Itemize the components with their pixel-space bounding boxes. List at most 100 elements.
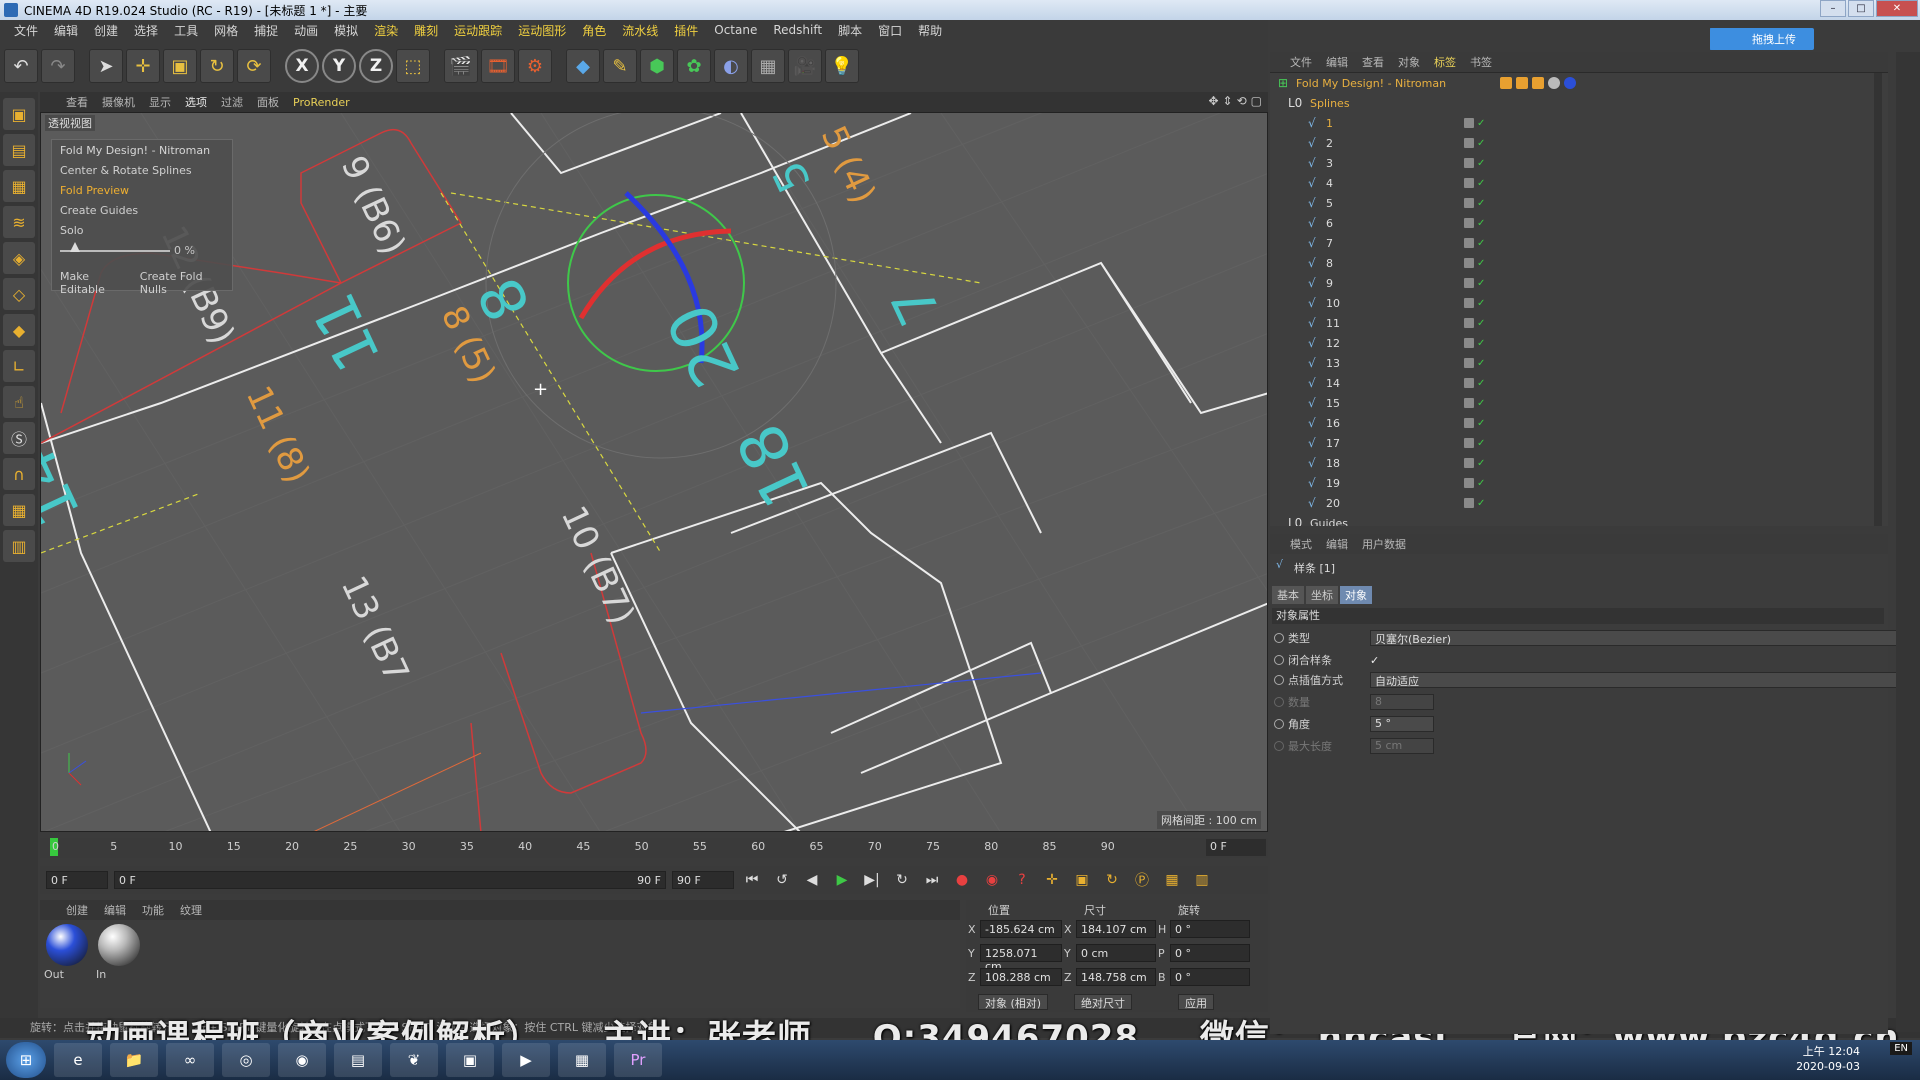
spline-row[interactable]: √ 14 ✓ (1270, 373, 1888, 393)
om-menu-2[interactable]: 查看 (1362, 54, 1384, 70)
redo-icon[interactable]: ↷ (41, 49, 75, 83)
layer-icon[interactable] (1464, 317, 1474, 328)
right-side-tabs[interactable] (1896, 52, 1920, 1032)
pos-y-field[interactable]: 1258.071 cm (980, 944, 1062, 973)
material-menu-3[interactable]: 纹理 (180, 902, 202, 918)
layer-icon[interactable] (1464, 457, 1474, 468)
enabled-check-icon[interactable]: ✓ (1477, 178, 1485, 189)
photo-icon[interactable]: ▦ (558, 1043, 606, 1077)
snap-icon[interactable]: Ⓢ (3, 422, 35, 454)
size-mode-dropdown[interactable]: 绝对尺寸 (1074, 994, 1132, 1010)
enabled-check-icon[interactable]: ✓ (1477, 438, 1485, 449)
enabled-check-icon[interactable]: ✓ (1477, 258, 1485, 269)
plugin-title-dropdown[interactable]: Fold My Design! - Nitroman (60, 144, 224, 157)
start-frame-field[interactable]: 0 F (46, 871, 108, 889)
spline-row[interactable]: √ 12 ✓ (1270, 333, 1888, 353)
layer-icon[interactable] (1464, 237, 1474, 248)
spline-row[interactable]: √ 18 ✓ (1270, 453, 1888, 473)
explorer-icon[interactable]: 📁 (110, 1043, 158, 1077)
start-button-icon[interactable]: ⊞ (6, 1042, 46, 1078)
ie-icon[interactable]: e (54, 1043, 102, 1077)
enabled-check-icon[interactable]: ✓ (1477, 138, 1485, 149)
scale-tool-icon[interactable]: ▣ (163, 49, 197, 83)
enabled-check-icon[interactable]: ✓ (1477, 238, 1485, 249)
layer-icon[interactable] (1464, 157, 1474, 168)
checker-mode-icon[interactable]: ▦ (3, 170, 35, 202)
fold-slider[interactable]: 0 % (60, 241, 224, 257)
enabled-check-icon[interactable]: ✓ (1477, 498, 1485, 509)
center-rotate-button[interactable]: Center & Rotate Splines (60, 164, 224, 177)
key-position-icon[interactable]: ✛ (1040, 869, 1064, 891)
cloud-upload-button[interactable]: 拖拽上传 (1710, 28, 1814, 50)
am-menu-2[interactable]: 用户数据 (1362, 536, 1406, 552)
layer-icon[interactable] (1464, 377, 1474, 388)
menu-9[interactable]: 渲染 (366, 22, 406, 39)
minimize-button[interactable]: – (1820, 0, 1846, 17)
enabled-check-icon[interactable]: ✓ (1477, 358, 1485, 369)
size-y-field[interactable]: 0 cm (1076, 944, 1156, 962)
rot-h-field[interactable]: 0 ° (1170, 920, 1250, 938)
layer-icon[interactable] (1464, 177, 1474, 188)
spline-row[interactable]: √ 17 ✓ (1270, 433, 1888, 453)
rot-p-field[interactable]: 0 ° (1170, 944, 1250, 962)
magnet-icon[interactable]: ∩ (3, 458, 35, 490)
material-menu-0[interactable]: 创建 (66, 902, 88, 918)
cinema4d-taskbar-icon[interactable]: ◉ (278, 1043, 326, 1077)
object-row-guides[interactable]: L0 Guides (1270, 513, 1888, 526)
menu-14[interactable]: 流水线 (614, 22, 666, 39)
menu-2[interactable]: 创建 (86, 22, 126, 39)
baidu-icon[interactable]: ∞ (166, 1043, 214, 1077)
workplane-lock-icon[interactable]: ▦ (3, 494, 35, 526)
enabled-check-icon[interactable]: ✓ (1477, 318, 1485, 329)
rotate-view-icon[interactable]: ⟲ (1237, 94, 1247, 108)
enabled-check-icon[interactable]: ✓ (1477, 158, 1485, 169)
interpolation-dropdown[interactable]: 自动适应 (1370, 672, 1902, 688)
menu-11[interactable]: 运动跟踪 (446, 22, 510, 39)
menu-16[interactable]: Octane (706, 23, 765, 37)
light-icon[interactable]: 💡 (825, 49, 859, 83)
select-tool-icon[interactable]: ➤ (89, 49, 123, 83)
menu-3[interactable]: 选择 (126, 22, 166, 39)
record-key-icon[interactable]: ● (950, 869, 974, 891)
auto-key-icon[interactable]: ◉ (980, 869, 1004, 891)
axis-mode-icon[interactable]: ∟ (3, 350, 35, 382)
menu-4[interactable]: 工具 (166, 22, 206, 39)
browser-icon[interactable]: ◎ (222, 1043, 270, 1077)
viewport-menu-4[interactable]: 过滤 (221, 94, 243, 110)
spline-row[interactable]: √ 5 ✓ (1270, 193, 1888, 213)
spline-row[interactable]: √ 7 ✓ (1270, 233, 1888, 253)
rotate-tool-icon[interactable]: ↻ (200, 49, 234, 83)
maximize-button[interactable]: □ (1848, 0, 1874, 17)
layer-icon[interactable] (1464, 477, 1474, 488)
object-manager-scrollbar[interactable] (1874, 73, 1882, 526)
polygons-mode-icon[interactable]: ◆ (3, 314, 35, 346)
layer-icon[interactable] (1464, 357, 1474, 368)
enabled-check-icon[interactable]: ✓ (1477, 198, 1485, 209)
menu-17[interactable]: Redshift (765, 23, 830, 37)
animate-toggle[interactable] (1274, 719, 1284, 729)
floor-icon[interactable]: ▦ (751, 49, 785, 83)
menu-10[interactable]: 雕刻 (406, 22, 446, 39)
create-guides-button[interactable]: Create Guides (60, 204, 224, 217)
spline-row[interactable]: √ 4 ✓ (1270, 173, 1888, 193)
timeline-ruler[interactable]: 0 F 0 5 10 15 20 25 30 35 40 45 50 55 60 65 70 75 80 85 90 (40, 838, 1268, 858)
render-picture-viewer-icon[interactable]: 🎞 (481, 49, 515, 83)
material-tag-icon[interactable] (1548, 77, 1560, 89)
spline-row[interactable]: √ 6 ✓ (1270, 213, 1888, 233)
store-icon[interactable]: ▤ (334, 1043, 382, 1077)
spline-row[interactable]: √ 11 ✓ (1270, 313, 1888, 333)
create-fold-nulls-button[interactable]: Create Fold Nulls (140, 270, 224, 296)
enabled-check-icon[interactable]: ✓ (1477, 478, 1485, 489)
material-menu-1[interactable]: 编辑 (104, 902, 126, 918)
menu-18[interactable]: 脚本 (830, 22, 870, 39)
timeline-icon[interactable]: ▥ (1190, 869, 1214, 891)
enabled-check-icon[interactable]: ✓ (1477, 458, 1485, 469)
animate-toggle[interactable] (1274, 633, 1284, 643)
recent-tool-icon[interactable]: ⟳ (237, 49, 271, 83)
array-icon[interactable]: ✿ (677, 49, 711, 83)
tag-icon[interactable] (1500, 77, 1512, 89)
enabled-check-icon[interactable]: ✓ (1477, 218, 1485, 229)
angle-field[interactable]: 5 ° (1370, 716, 1434, 732)
viewport-menu-3[interactable]: 选项 (185, 94, 207, 110)
layer-icon[interactable] (1464, 417, 1474, 428)
